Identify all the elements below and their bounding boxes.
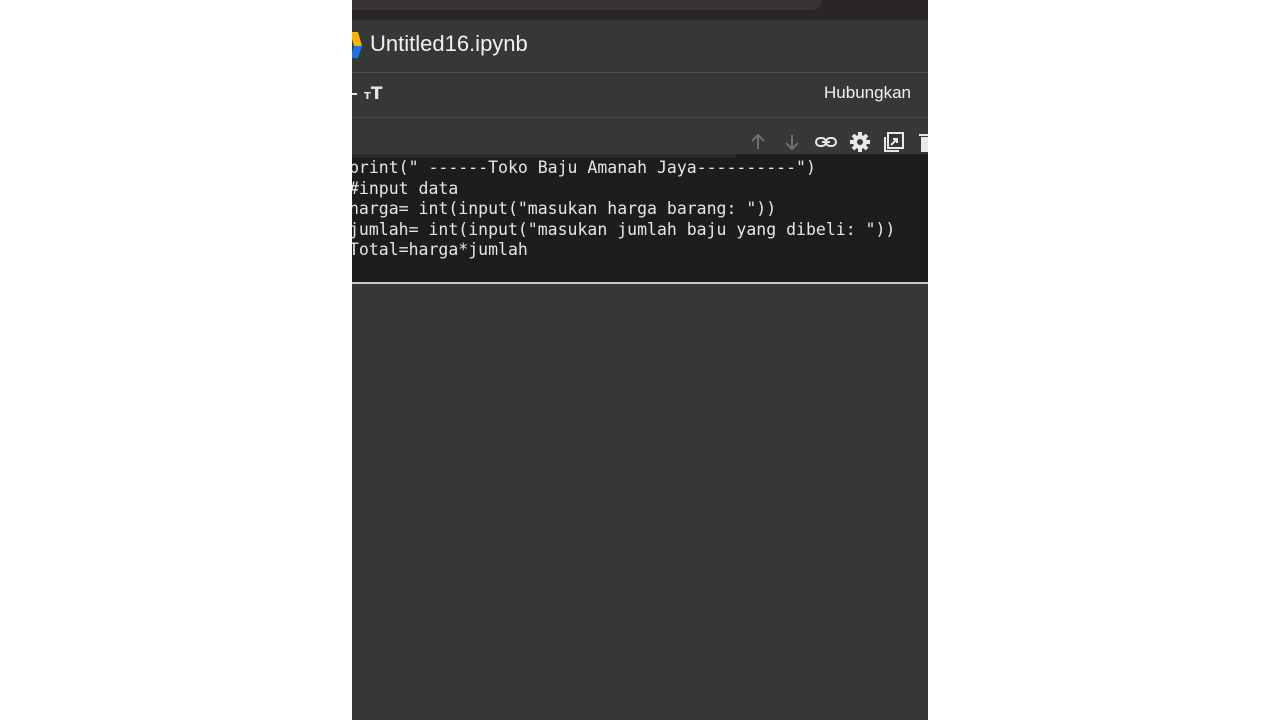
gear-icon[interactable] <box>848 130 872 154</box>
drive-logo-icon <box>352 32 362 58</box>
code-line: harga= int(input("masukan harga barang: … <box>352 199 777 218</box>
link-icon[interactable] <box>814 130 838 154</box>
notebook-header: Untitled16.ipynb <box>352 20 928 73</box>
connect-button[interactable]: Hubungkan <box>824 83 911 103</box>
notebook-toolbar: TT Hubungkan <box>352 73 928 118</box>
colab-mobile-view: Untitled16.ipynb TT Hubungkan print(" --… <box>352 0 928 720</box>
code-line: print(" ------Toko Baju Amanah Jaya-----… <box>352 158 816 177</box>
cell-toolbar <box>736 128 928 156</box>
text-format-icon[interactable]: TT <box>364 84 382 107</box>
mirror-cell-icon[interactable] <box>882 130 906 154</box>
delete-icon[interactable] <box>916 130 928 154</box>
code-line: jumlah= int(input("masukan jumlah baju y… <box>352 219 896 239</box>
code-cell[interactable]: print(" ------Toko Baju Amanah Jaya-----… <box>352 154 928 284</box>
add-code-cell-icon[interactable] <box>352 93 357 95</box>
status-strip <box>352 0 928 20</box>
code-line: #input data <box>352 178 459 198</box>
status-pill <box>352 0 822 10</box>
arrow-down-icon[interactable] <box>780 130 804 154</box>
arrow-up-icon[interactable] <box>746 130 770 154</box>
notebook-title[interactable]: Untitled16.ipynb <box>370 30 528 58</box>
code-line: Total=harga*jumlah <box>352 240 528 259</box>
code-editor[interactable]: print(" ------Toko Baju Amanah Jaya-----… <box>352 158 895 261</box>
